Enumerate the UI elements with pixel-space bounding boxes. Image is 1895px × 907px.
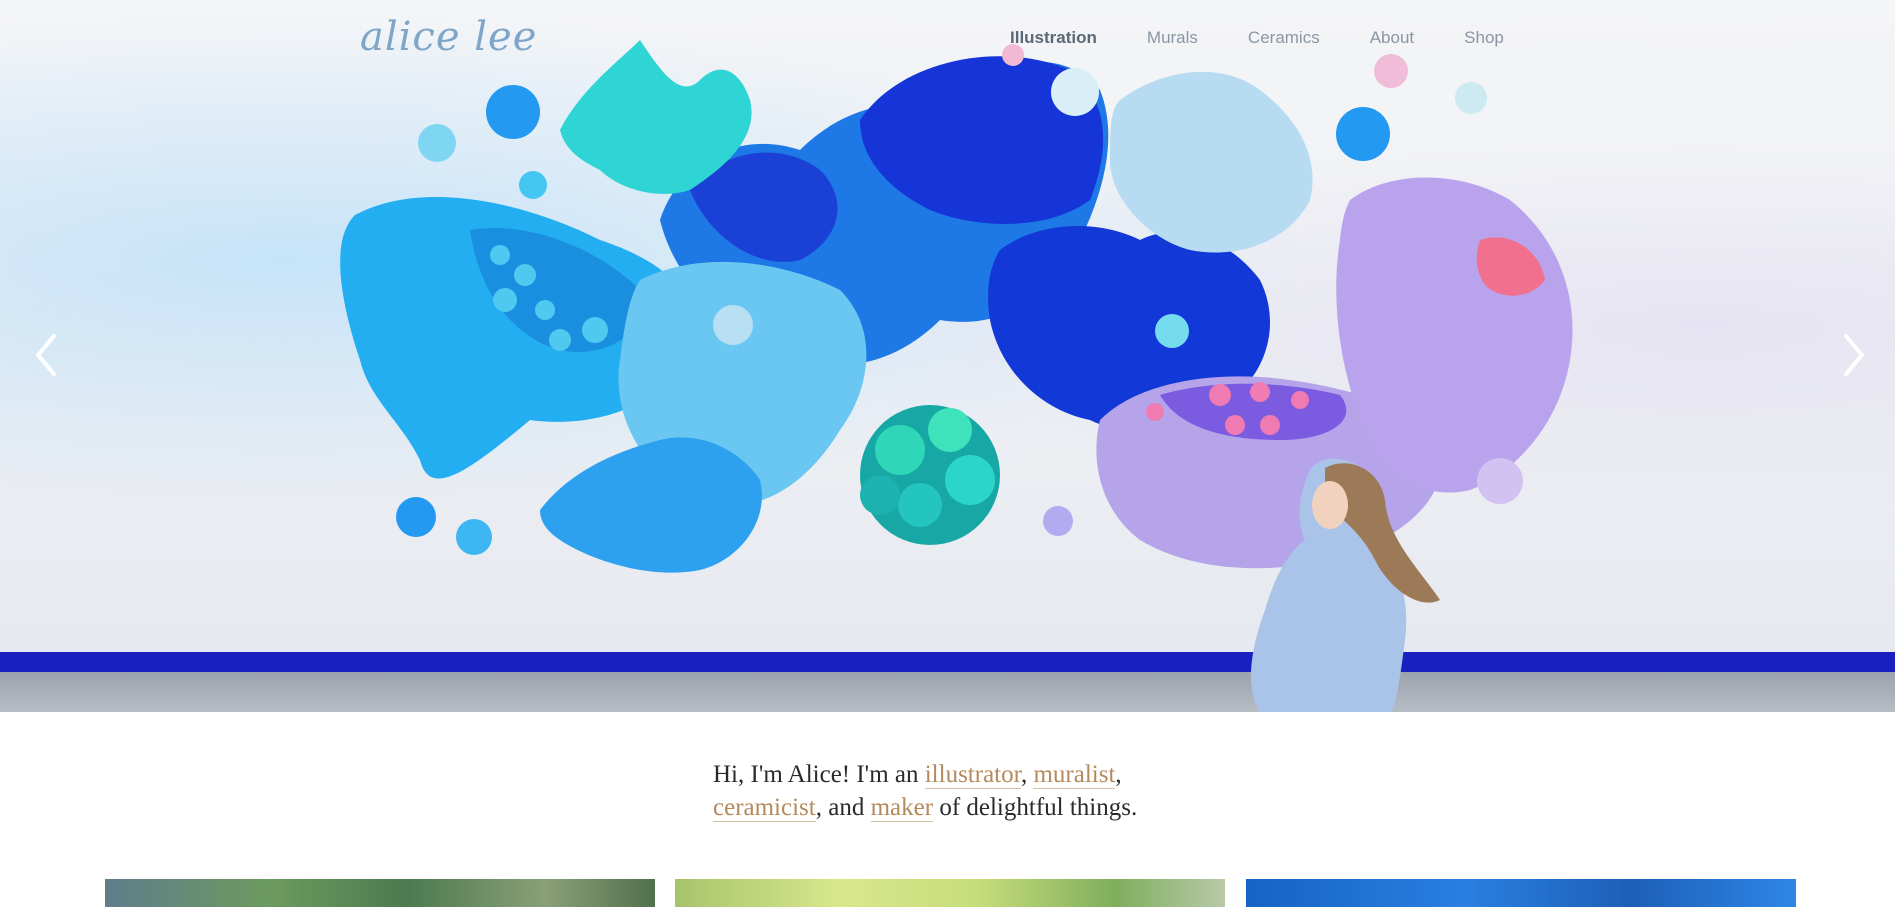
mural-artwork [340,40,1573,712]
link-maker[interactable]: maker [870,794,934,822]
link-muralist[interactable]: muralist [1033,761,1116,789]
main-nav: Illustration Murals Ceramics About Shop [1010,28,1554,48]
carousel-next-button[interactable] [1832,330,1872,380]
link-illustrator[interactable]: illustrator [924,761,1021,789]
intro-text: Hi, I'm Alice! I'm an illustrator, mural… [713,758,1233,824]
nav-item-about[interactable]: About [1370,28,1414,48]
portfolio-thumbnail[interactable] [1246,879,1796,907]
nav-item-murals[interactable]: Murals [1147,28,1198,48]
chevron-left-icon [36,334,56,376]
site-logo[interactable]: alice lee [360,14,537,60]
portfolio-thumbnail[interactable] [105,879,655,907]
nav-item-illustration[interactable]: Illustration [1010,28,1097,48]
intro-greeting: Hi, I'm Alice! I'm an [713,761,925,788]
link-ceramicist[interactable]: ceramicist [713,794,816,822]
nav-item-ceramics[interactable]: Ceramics [1248,28,1320,48]
nav-item-shop[interactable]: Shop [1464,28,1504,48]
intro-separator: , [1115,761,1122,788]
portfolio-thumbnail[interactable] [675,879,1225,907]
chevron-right-icon [1844,334,1864,376]
hero-image [0,0,1895,712]
intro-tail: of delightful things. [933,794,1138,821]
intro-separator: , [1020,761,1034,788]
intro-separator: , and [815,794,871,821]
carousel-prev-button[interactable] [28,330,68,380]
